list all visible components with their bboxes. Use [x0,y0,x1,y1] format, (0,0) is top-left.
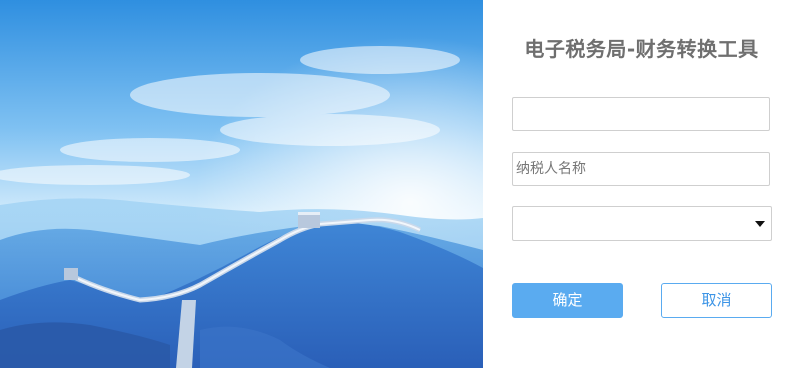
page-title: 电子税务局-财务转换工具 [524,37,759,61]
cancel-button[interactable]: 取消 [661,283,772,318]
chevron-down-icon [755,221,765,227]
account-input[interactable] [512,97,770,131]
company-select[interactable] [512,206,772,241]
login-window: 电子税务局-财务转换工具 确定 取消 [0,0,800,368]
confirm-button[interactable]: 确定 [512,283,623,318]
great-wall-image [0,0,483,368]
login-panel: 电子税务局-财务转换工具 确定 取消 [483,0,800,368]
taxpayer-name-input[interactable] [512,152,770,186]
